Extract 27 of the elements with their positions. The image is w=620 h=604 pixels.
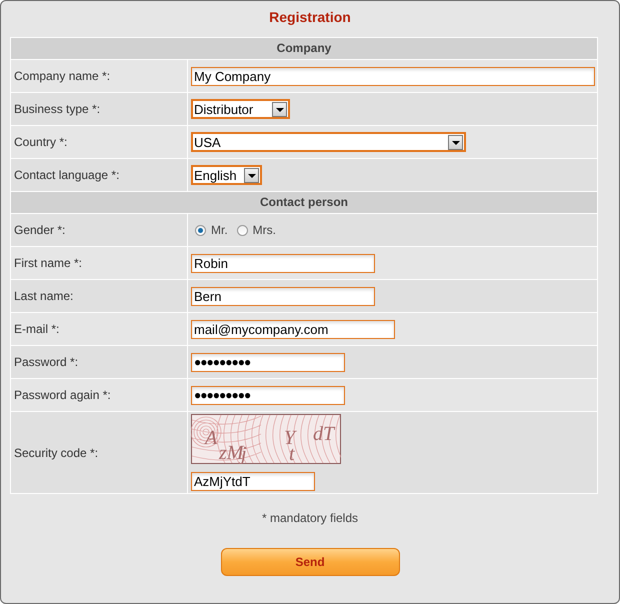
text-field[interactable]: Bern (191, 286, 375, 306)
field-label: Company name *: (14, 69, 110, 83)
field-label: Business type *: (14, 102, 100, 116)
field-label: Security code *: (14, 446, 98, 460)
form-title: Registration (268, 8, 352, 27)
mandatory-note: * mandatory fields (260, 511, 360, 525)
section-header: Company (11, 38, 597, 59)
dropdown[interactable]: English (191, 165, 262, 185)
field-label: Country *: (14, 135, 68, 149)
radio-label[interactable]: Mrs. (252, 223, 276, 237)
text-field[interactable]: Robin (191, 254, 375, 272)
text-field[interactable]: mail@mycompany.com (191, 320, 395, 338)
dropdown[interactable]: USA (191, 132, 466, 152)
field-label: Password again *: (14, 388, 111, 402)
password-field[interactable]: ●●●●●●●●● (191, 352, 345, 372)
radio-label[interactable]: Mr. (211, 223, 228, 237)
text-field[interactable]: AzMjYtdT (191, 472, 315, 491)
field-label: Gender *: (14, 223, 66, 237)
field-label: Last name: (14, 289, 74, 303)
text-field[interactable]: My Company (191, 66, 595, 86)
field-label: First name *: (14, 256, 82, 270)
section-header: Contact person (11, 192, 597, 213)
password-field[interactable]: ●●●●●●●●● (191, 386, 345, 404)
field-label: Password *: (14, 355, 78, 369)
field-label: Contact language *: (14, 168, 120, 182)
dropdown[interactable]: Distributor (191, 99, 290, 119)
field-label: E-mail *: (14, 322, 60, 336)
